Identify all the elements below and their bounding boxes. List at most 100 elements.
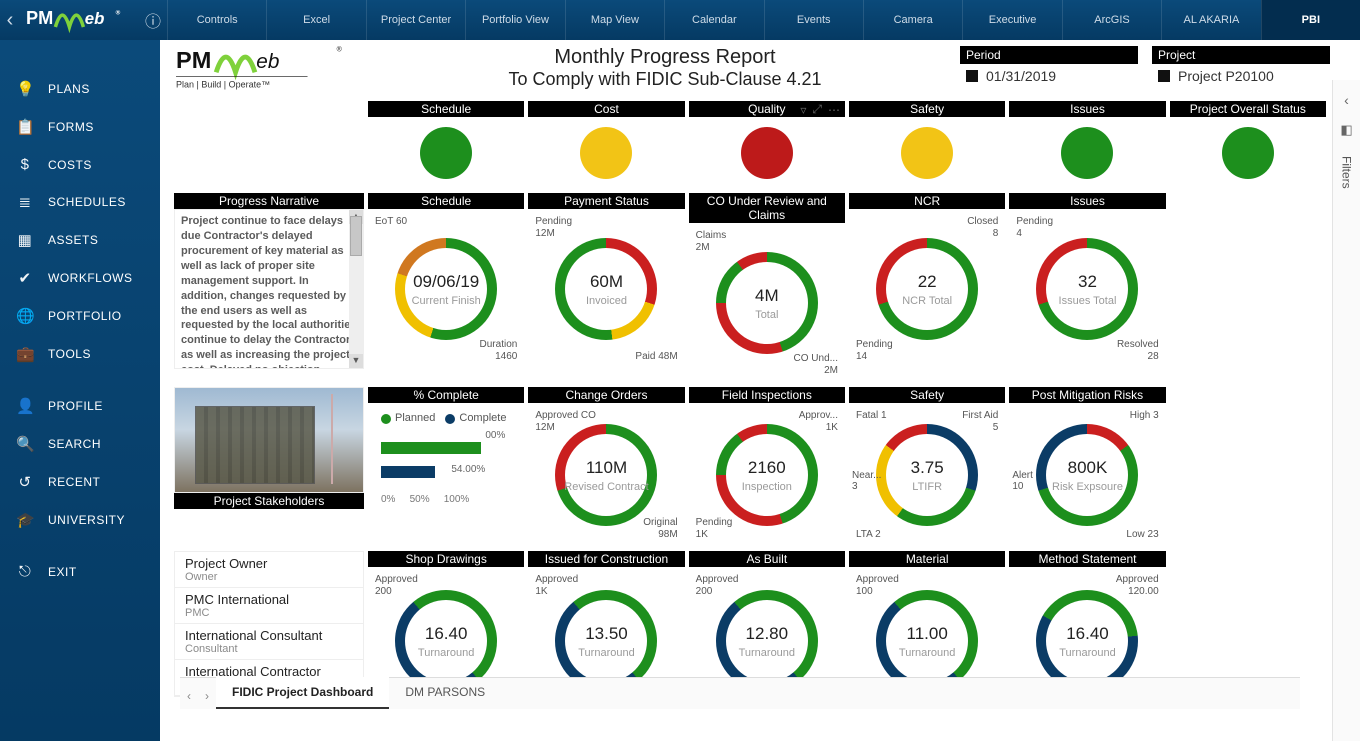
- donut-post-mitigation-risks[interactable]: 800KRisk Expsoure High 3 Low 23 Alert10: [1009, 403, 1165, 547]
- svg-text:®: ®: [116, 8, 121, 16]
- stakeholder-row[interactable]: Project OwnerOwner: [175, 552, 363, 588]
- status-cost[interactable]: [528, 117, 684, 189]
- donut-ring: 4M Total: [716, 252, 818, 354]
- sidebar-icon: ✔: [16, 269, 34, 287]
- donut-label: LTIFR: [912, 481, 942, 493]
- donut-schedule[interactable]: 09/06/19Current Finish EoT 60 Duration14…: [368, 209, 524, 369]
- donut-value: 09/06/19: [413, 272, 479, 292]
- top-tab-camera[interactable]: Camera: [863, 0, 962, 40]
- sidebar-item-exit[interactable]: ⎋EXIT: [0, 553, 160, 590]
- donut-co-under-review-and-claims[interactable]: 4MTotal Claims2M CO Und...2M: [689, 223, 845, 383]
- sidebar-item-costs[interactable]: $COSTS: [0, 146, 160, 183]
- donut-ring: 3.75 LTIFR: [876, 424, 978, 526]
- top-tab-events[interactable]: Events: [764, 0, 863, 40]
- donut-value: 11.00: [907, 624, 948, 644]
- sidebar-item-university[interactable]: 🎓UNIVERSITY: [0, 501, 160, 539]
- more-icon[interactable]: ⋯: [828, 103, 840, 117]
- kpi-title: As Built: [689, 551, 845, 567]
- status-issues[interactable]: [1009, 117, 1165, 189]
- stakeholder-row[interactable]: International ConsultantConsultant: [175, 624, 363, 660]
- top-tab-portfolio-view[interactable]: Portfolio View: [465, 0, 564, 40]
- report-canvas: PM eb ® Plan | Build | Operate™ Monthly …: [170, 40, 1330, 709]
- top-tab-executive[interactable]: Executive: [962, 0, 1061, 40]
- slicer-project[interactable]: Project Project P20100: [1152, 46, 1330, 88]
- status-project-overall-status[interactable]: [1170, 117, 1326, 189]
- top-tab-excel[interactable]: Excel: [266, 0, 365, 40]
- pct-complete-chart[interactable]: PlannedComplete 00% 54.00% 0%50%100%: [368, 403, 524, 547]
- sidebar-icon: 🌐: [16, 307, 34, 325]
- sidebar-label: ASSETS: [48, 233, 98, 247]
- kpi-title: Post Mitigation Risks: [1009, 387, 1165, 403]
- filter-icon[interactable]: ▿: [800, 103, 806, 117]
- sheet-tab-1[interactable]: FIDIC Project Dashboard: [216, 677, 389, 709]
- donut-change-orders[interactable]: 110MRevised Contract Approved CO12M Orig…: [528, 403, 684, 547]
- slicer-period[interactable]: Period 01/31/2019: [960, 46, 1138, 88]
- svg-text:®: ®: [337, 46, 342, 54]
- filters-label[interactable]: Filters: [1340, 156, 1354, 189]
- sidebar-item-assets[interactable]: ▦ASSETS: [0, 221, 160, 259]
- top-tab-controls[interactable]: Controls: [167, 0, 266, 40]
- sidebar-icon: 📋: [16, 118, 34, 136]
- sidebar-item-workflows[interactable]: ✔WORKFLOWS: [0, 259, 160, 297]
- scrollbar[interactable]: ▲▼: [349, 210, 363, 368]
- back-button[interactable]: ‹: [0, 9, 18, 32]
- svg-text:eb: eb: [85, 9, 105, 28]
- donut-issues[interactable]: 32Issues Total Pending4 Resolved28: [1009, 209, 1165, 369]
- donut-value: 22: [918, 272, 937, 292]
- donut-field-inspections[interactable]: 2160Inspection Approv...1K Pending1K: [689, 403, 845, 547]
- status-quality[interactable]: [689, 117, 845, 189]
- top-tab-project-center[interactable]: Project Center: [366, 0, 465, 40]
- top-tab-pbi[interactable]: PBI: [1261, 0, 1360, 40]
- expand-filter-icon[interactable]: ‹: [1344, 92, 1349, 108]
- sidebar-label: PLANS: [48, 82, 90, 96]
- sidebar-item-portfolio[interactable]: 🌐PORTFOLIO: [0, 297, 160, 335]
- stakeholder-role: Owner: [185, 571, 353, 583]
- sidebar-item-schedules[interactable]: ≣SCHEDULES: [0, 183, 160, 221]
- annotation: Closed8: [967, 216, 998, 239]
- status-dot: [580, 127, 632, 179]
- kpi-title: Safety: [849, 387, 1005, 403]
- kpi-title: Issues: [1009, 101, 1165, 117]
- top-tabs: ControlsExcelProject CenterPortfolio Vie…: [167, 0, 1360, 40]
- donut-safety[interactable]: 3.75LTIFR Fatal 1 First Aid5 LTA 2 Near.…: [849, 403, 1005, 547]
- top-tab-calendar[interactable]: Calendar: [664, 0, 763, 40]
- kpi-title: Field Inspections: [689, 387, 845, 403]
- top-tab-al-akaria[interactable]: AL AKARIA: [1161, 0, 1260, 40]
- sidebar-item-profile[interactable]: 👤PROFILE: [0, 387, 160, 425]
- sheet-prev[interactable]: ‹: [180, 689, 198, 709]
- donut-ncr[interactable]: 22NCR Total Closed8 Pending14: [849, 209, 1005, 369]
- top-tab-arcgis[interactable]: ArcGIS: [1062, 0, 1161, 40]
- donut-payment-status[interactable]: 60MInvoiced Pending12M Paid 48M: [528, 209, 684, 369]
- stakeholder-row[interactable]: PMC InternationalPMC: [175, 588, 363, 624]
- sidebar-item-search[interactable]: 🔍SEARCH: [0, 425, 160, 463]
- donut-label: Total: [755, 309, 778, 321]
- scroll-thumb[interactable]: [350, 216, 362, 256]
- stakeholder-name: PMC International: [185, 592, 353, 607]
- main-area: PM eb ® Plan | Build | Operate™ Monthly …: [160, 40, 1360, 741]
- info-icon[interactable]: ⓘ: [139, 8, 167, 32]
- sidebar-item-forms[interactable]: 📋FORMS: [0, 108, 160, 146]
- donut-ring: 12.80Turnaround: [716, 590, 818, 692]
- donut-label: Turnaround: [418, 647, 474, 659]
- slicer-project-value: Project P20100: [1178, 68, 1274, 84]
- donut-label: Turnaround: [899, 647, 955, 659]
- sidebar-item-plans[interactable]: 💡PLANS: [0, 70, 160, 108]
- status-schedule[interactable]: [368, 117, 524, 189]
- donut-ring: 13.50Turnaround: [555, 590, 657, 692]
- focus-icon[interactable]: ⤢: [812, 102, 822, 117]
- narrative-title: Progress Narrative: [174, 193, 364, 209]
- donut-value: 800K: [1068, 458, 1108, 478]
- kpi-title: NCR: [849, 193, 1005, 209]
- scroll-down[interactable]: ▼: [349, 354, 363, 368]
- status-safety[interactable]: [849, 117, 1005, 189]
- annotation: Low 23: [1126, 529, 1158, 541]
- sheet-next[interactable]: ›: [198, 689, 216, 709]
- donut-value: 4M: [755, 286, 779, 306]
- top-tab-map-view[interactable]: Map View: [565, 0, 664, 40]
- sidebar-icon: ↺: [16, 473, 34, 491]
- sidebar-item-recent[interactable]: ↺RECENT: [0, 463, 160, 501]
- svg-text:PM: PM: [26, 8, 53, 28]
- sidebar-item-tools[interactable]: 💼TOOLS: [0, 335, 160, 373]
- donut-value: 3.75: [911, 458, 944, 478]
- bookmark-icon[interactable]: ◧: [1340, 122, 1352, 138]
